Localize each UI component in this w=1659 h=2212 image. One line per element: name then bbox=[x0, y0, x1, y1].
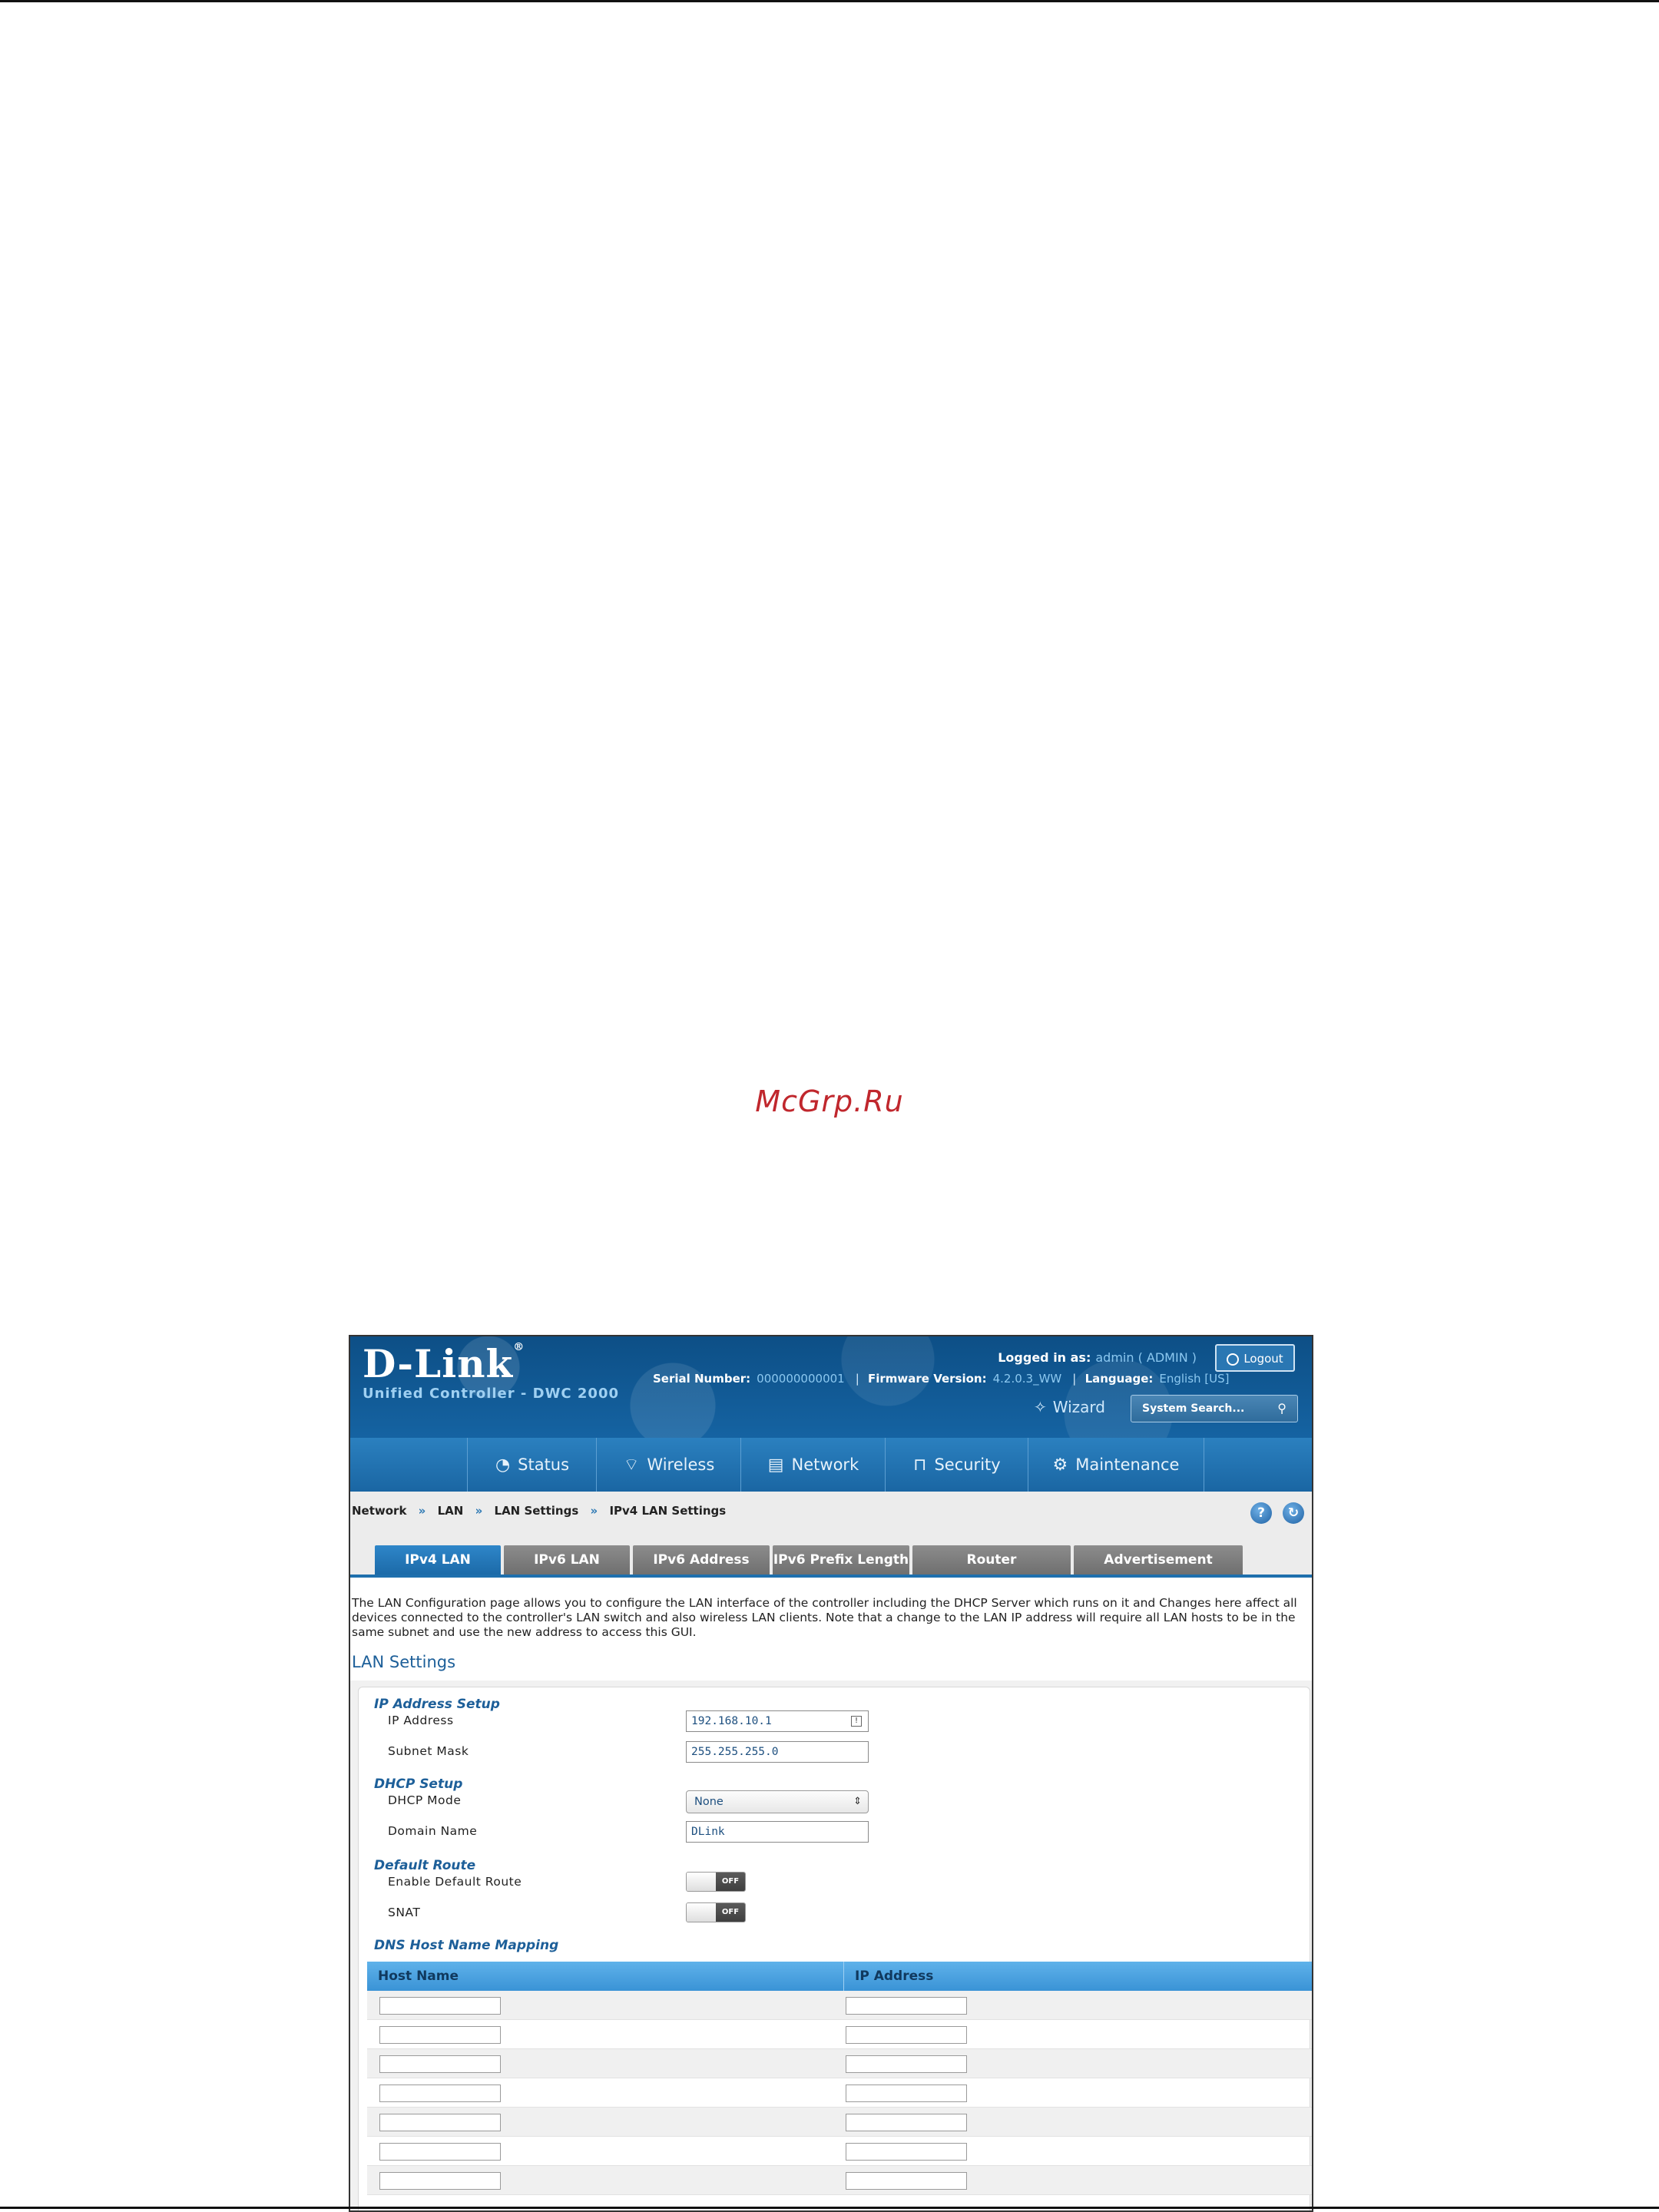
ip-setup-title: IP Address Setup bbox=[374, 1697, 500, 1712]
enable-default-route-toggle[interactable]: OFF bbox=[686, 1872, 746, 1892]
column-host-name: Host Name bbox=[378, 1969, 459, 1984]
ip-address-cell-input[interactable] bbox=[846, 1997, 967, 2015]
nav-network[interactable]: ▤ Network bbox=[740, 1438, 886, 1492]
logged-in-info: Logged in as: admin ( ADMIN ) bbox=[998, 1350, 1197, 1365]
dlink-logo: D-Link® bbox=[363, 1341, 525, 1386]
host-name-input[interactable] bbox=[379, 2114, 501, 2131]
ip-address-input[interactable]: 192.168.10.1 ! bbox=[686, 1710, 869, 1732]
host-name-input[interactable] bbox=[379, 2172, 501, 2190]
table-row bbox=[367, 2078, 1312, 2108]
ip-address-cell-input[interactable] bbox=[846, 2143, 967, 2161]
toggle-knob bbox=[687, 1873, 717, 1891]
ip-address-cell-input[interactable] bbox=[846, 2026, 967, 2044]
snat-toggle[interactable]: OFF bbox=[686, 1902, 746, 1922]
default-route-title: Default Route bbox=[374, 1858, 476, 1873]
serial-number: 000000000001 bbox=[757, 1372, 845, 1386]
host-name-input[interactable] bbox=[379, 2085, 501, 2102]
gauge-icon: ◔ bbox=[495, 1455, 511, 1475]
dhcp-mode-label: DHCP Mode bbox=[388, 1793, 462, 1807]
magic-wand-icon: ✧ bbox=[1034, 1398, 1047, 1416]
wifi-icon: ⌔ bbox=[623, 1455, 640, 1475]
dns-mapping-table: Host Name IP Address bbox=[367, 1962, 1312, 2195]
ip-address-cell-input[interactable] bbox=[846, 2172, 967, 2190]
product-name: Unified Controller - DWC 2000 bbox=[363, 1386, 619, 1402]
header: D-Link® Unified Controller - DWC 2000 Lo… bbox=[350, 1336, 1312, 1438]
nav-maintenance[interactable]: ⚙ Maintenance bbox=[1028, 1438, 1204, 1492]
nav-security[interactable]: ⊓ Security bbox=[885, 1438, 1028, 1492]
ip-address-cell-input[interactable] bbox=[846, 2114, 967, 2131]
logout-button[interactable]: Logout bbox=[1215, 1344, 1295, 1372]
device-info: Serial Number: 000000000001 | Firmware Ver… bbox=[653, 1372, 1230, 1386]
toggle-state: OFF bbox=[716, 1873, 745, 1891]
breadcrumb-lan[interactable]: LAN bbox=[438, 1504, 464, 1518]
tab-ipv6-address-pools[interactable]: IPv6 Address Pools bbox=[633, 1545, 770, 1597]
breadcrumb-bar: Network » LAN » LAN Settings » IPv4 LAN … bbox=[350, 1492, 1312, 1535]
section-title: LAN Settings bbox=[352, 1653, 456, 1671]
tab-ipv6-lan-settings[interactable]: IPv6 LAN Settings bbox=[504, 1545, 630, 1597]
subnet-mask-label: Subnet Mask bbox=[388, 1744, 469, 1758]
system-search-input[interactable]: System Search... ⚲ bbox=[1131, 1395, 1298, 1422]
subnet-mask-input[interactable]: 255.255.255.0 bbox=[686, 1741, 869, 1763]
firmware-version: 4.2.0.3_WW bbox=[992, 1372, 1062, 1386]
gears-icon: ⚙ bbox=[1052, 1455, 1068, 1475]
dns-table-header: Host Name IP Address bbox=[367, 1962, 1312, 1991]
screenshot-frame: D-Link® Unified Controller - DWC 2000 Lo… bbox=[349, 1335, 1313, 2212]
ip-address-label: IP Address bbox=[388, 1714, 454, 1727]
host-name-input[interactable] bbox=[379, 2055, 501, 2073]
dhcp-setup-title: DHCP Setup bbox=[374, 1777, 463, 1792]
wizard-link[interactable]: ✧ Wizard bbox=[1034, 1398, 1105, 1416]
host-name-input[interactable] bbox=[379, 2143, 501, 2161]
ip-address-cell-input[interactable] bbox=[846, 2085, 967, 2102]
bottom-rule bbox=[0, 2207, 1659, 2209]
power-icon bbox=[1227, 1353, 1240, 1366]
tab-advertisement-prefixes[interactable]: Advertisement Prefixes bbox=[1074, 1545, 1243, 1597]
host-name-input[interactable] bbox=[379, 1997, 501, 2015]
breadcrumb-network[interactable]: Network bbox=[352, 1504, 406, 1518]
top-rule bbox=[0, 0, 1659, 2]
main-nav: ◔ Status ⌔ Wireless ▤ Network ⊓ Security ⚙ Ma… bbox=[350, 1438, 1312, 1492]
help-icon[interactable]: ? bbox=[1250, 1502, 1272, 1524]
table-row bbox=[367, 2108, 1312, 2137]
page-description: The LAN Configuration page allows you to… bbox=[352, 1596, 1297, 1639]
column-ip-address: IP Address bbox=[843, 1962, 933, 1991]
tab-router-advertisement[interactable]: Router Advertisement bbox=[912, 1545, 1071, 1597]
tab-ipv6-prefix-length[interactable]: IPv6 Prefix Length bbox=[773, 1545, 909, 1575]
table-row bbox=[367, 1991, 1312, 2020]
toggle-knob bbox=[687, 1903, 717, 1922]
logged-in-user: admin ( ADMIN ) bbox=[1095, 1350, 1197, 1365]
dhcp-mode-select[interactable]: None ⇕ bbox=[686, 1790, 869, 1813]
breadcrumb: Network » LAN » LAN Settings » IPv4 LAN … bbox=[352, 1504, 727, 1518]
host-name-input[interactable] bbox=[379, 2026, 501, 2044]
dns-mapping-title: DNS Host Name Mapping bbox=[374, 1938, 559, 1953]
domain-name-input[interactable]: DLink bbox=[686, 1821, 869, 1843]
domain-name-label: Domain Name bbox=[388, 1824, 478, 1838]
breadcrumb-lan-settings[interactable]: LAN Settings bbox=[495, 1504, 579, 1518]
table-row bbox=[367, 2166, 1312, 2195]
snat-label: SNAT bbox=[388, 1906, 421, 1919]
breadcrumb-current: IPv4 LAN Settings bbox=[609, 1504, 727, 1518]
lock-icon: ⊓ bbox=[913, 1455, 927, 1475]
info-icon[interactable]: ! bbox=[851, 1716, 862, 1727]
select-arrows-icon: ⇕ bbox=[853, 1796, 862, 1807]
network-icon: ▤ bbox=[767, 1455, 784, 1475]
toggle-state: OFF bbox=[716, 1903, 745, 1922]
search-icon: ⚲ bbox=[1277, 1401, 1286, 1416]
ip-address-cell-input[interactable] bbox=[846, 2055, 967, 2073]
tab-bar: IPv4 LAN Settings IPv6 LAN Settings IPv6… bbox=[350, 1535, 1312, 1597]
nav-wireless[interactable]: ⌔ Wireless bbox=[596, 1438, 741, 1492]
tab-ipv4-lan-settings[interactable]: IPv4 LAN Settings bbox=[375, 1545, 501, 1597]
nav-status[interactable]: ◔ Status bbox=[467, 1438, 597, 1492]
table-row bbox=[367, 2049, 1312, 2078]
refresh-icon[interactable]: ↻ bbox=[1283, 1502, 1304, 1524]
enable-default-route-label: Enable Default Route bbox=[388, 1875, 522, 1889]
watermark: McGrp.Ru bbox=[755, 1084, 904, 1118]
table-row bbox=[367, 2020, 1312, 2049]
table-row bbox=[367, 2137, 1312, 2166]
language-link[interactable]: English [US] bbox=[1159, 1372, 1229, 1386]
